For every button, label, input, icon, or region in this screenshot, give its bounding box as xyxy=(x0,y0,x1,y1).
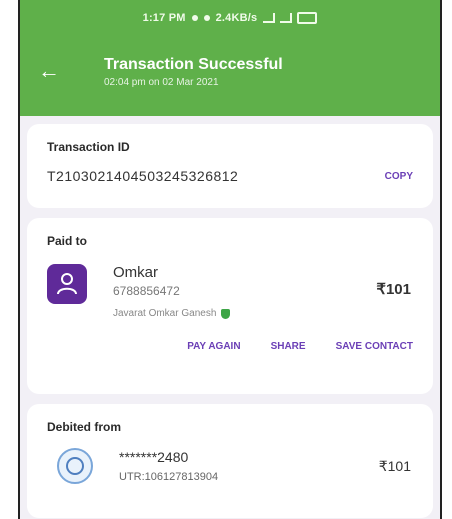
paid-to-card: Paid to Omkar 6788856472 Javarat Omkar G… xyxy=(27,218,433,394)
back-arrow-icon[interactable]: ← xyxy=(38,60,62,84)
notification-icon xyxy=(191,15,198,21)
page-title: Transaction Successful xyxy=(104,56,283,73)
header-text: Transaction Successful 02:04 pm on 02 Ma… xyxy=(104,56,283,88)
verified-shield-icon xyxy=(221,308,231,319)
transaction-id-row: T2103021404503245326812 COPY xyxy=(47,168,413,184)
avatar xyxy=(47,264,87,304)
header: ← Transaction Successful 02:04 pm on 02 … xyxy=(20,28,440,88)
bank-logo-emblem xyxy=(66,457,84,475)
top-app-bar: 1:17 PM 2.4KB/s ← Transaction Successful… xyxy=(20,0,440,116)
utr-number: UTR:106127813904 xyxy=(119,471,219,483)
masked-account-number: *******2480 xyxy=(119,449,189,465)
pay-again-button[interactable]: PAY AGAIN xyxy=(187,341,240,352)
notification-icon-2 xyxy=(203,15,210,21)
bank-info: *******2480 UTR:106127813904 xyxy=(119,449,218,483)
paid-to-label: Paid to xyxy=(47,234,88,248)
phone-screen: 1:17 PM 2.4KB/s ← Transaction Successful… xyxy=(18,0,442,519)
payee-actions: PAY AGAIN SHARE SAVE CONTACT xyxy=(47,341,413,352)
payee-legal-name: Javarat Omkar Ganesh xyxy=(113,308,217,319)
transaction-id-label: Transaction ID xyxy=(47,140,130,154)
transaction-id-card: Transaction ID T2103021404503245326812 C… xyxy=(27,124,433,208)
bank-row: *******2480 UTR:106127813904 ₹101 xyxy=(47,448,413,484)
battery-icon xyxy=(297,12,318,24)
status-time: 1:17 PM xyxy=(142,12,186,24)
share-button[interactable]: SHARE xyxy=(271,341,306,352)
page-subtitle: 02:04 pm on 02 Mar 2021 xyxy=(104,77,219,88)
payee-legal-name-row: Javarat Omkar Ganesh xyxy=(113,308,231,319)
bank-logo-icon xyxy=(57,448,93,484)
signal-icon xyxy=(263,13,276,23)
status-icons xyxy=(263,12,318,24)
save-contact-button[interactable]: SAVE CONTACT xyxy=(336,341,413,352)
payee-row: Omkar 6788856472 Javarat Omkar Ganesh ₹1… xyxy=(47,264,413,319)
copy-button[interactable]: COPY xyxy=(385,171,413,182)
payee-phone: 6788856472 xyxy=(113,284,180,298)
signal-icon-2 xyxy=(280,13,293,23)
debited-amount: ₹101 xyxy=(378,458,411,474)
payee-info: Omkar 6788856472 Javarat Omkar Ganesh xyxy=(113,264,231,319)
paid-amount: ₹101 xyxy=(376,281,411,298)
debited-from-card: Debited from *******2480 UTR:10612781390… xyxy=(27,404,433,518)
payee-name: Omkar xyxy=(113,264,158,281)
transaction-id-value: T2103021404503245326812 xyxy=(47,168,239,184)
debited-from-label: Debited from xyxy=(47,420,122,434)
person-icon xyxy=(57,273,77,295)
status-net-speed: 2.4KB/s xyxy=(215,12,258,24)
